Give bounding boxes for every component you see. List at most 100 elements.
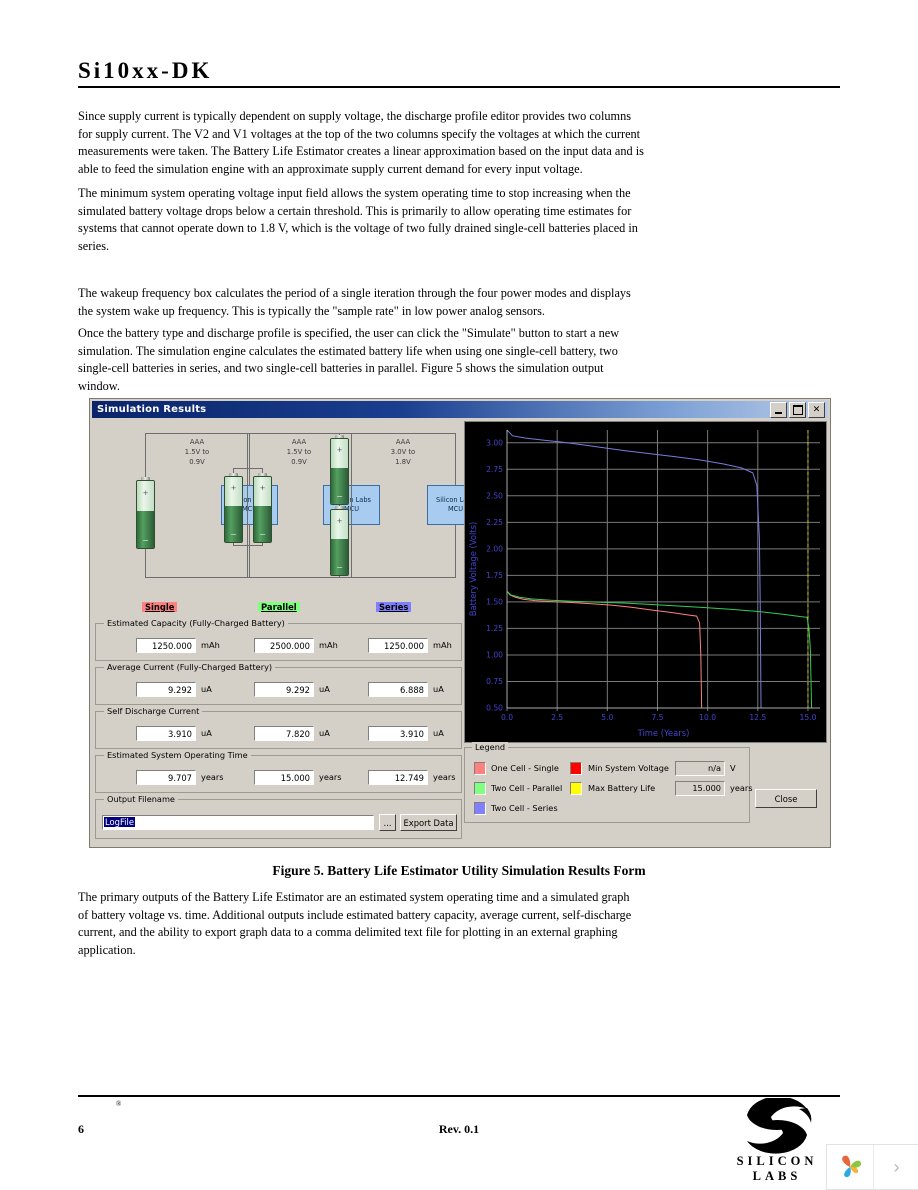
battery-minus-label: − [142,535,149,545]
avgcurrent-series-unit: uA [433,684,444,694]
chart-svg: 0.50 0.75 1.00 1.25 1.50 1.75 2.00 2.25 2.50 2.75… [465,422,826,742]
publisher-logo-icon [827,1145,873,1189]
avgcurrent-parallel-value[interactable]: 9.292 [254,682,314,697]
battery-cell: + − [330,435,349,505]
registered-trademark-icon: ® [116,1100,122,1108]
field-row: 1250.000 mAh 2500.000 mAh 1250.000 mAh [96,638,463,658]
figure-caption: Figure 5. Battery Life Estimator Utility… [272,863,646,878]
wire-bottom [145,577,250,578]
selfdischarge-series-unit: uA [433,728,444,738]
selfdischarge-single-unit: uA [201,728,212,738]
column-headers: Single Parallel Series [95,602,462,618]
silicon-labs-logo: SILICON LABS [712,1098,842,1183]
optime-single-unit: years [201,772,224,782]
next-page-button[interactable]: › [873,1145,918,1189]
capacity-single-unit: mAh [201,640,220,650]
svg-text:1.00: 1.00 [486,651,503,660]
selfdischarge-parallel-value[interactable]: 7.820 [254,726,314,741]
svg-text:2.75: 2.75 [486,465,503,474]
optime-series-value[interactable]: 12.749 [368,770,428,785]
group-estimated-capacity: Estimated Capacity (Fully-Charged Batter… [95,618,463,661]
avgcurrent-single-value[interactable]: 9.292 [136,682,196,697]
minimize-button[interactable] [770,402,787,418]
legend-label-two-cell-parallel: Two Cell - Parallel [491,783,563,793]
close-button[interactable]: Close [755,789,817,808]
battery-plus-label: + [142,488,149,497]
close-icon-button[interactable]: ✕ [808,402,825,418]
avgcurrent-single-unit: uA [201,684,212,694]
svg-text:12.5: 12.5 [749,713,766,722]
export-data-button[interactable]: Export Data [400,814,457,831]
svg-text:15.0: 15.0 [800,713,817,722]
optime-parallel-value[interactable]: 15.000 [254,770,314,785]
wire-top [351,433,456,434]
selfdischarge-series-value[interactable]: 3.910 [368,726,428,741]
selfdischarge-single-value[interactable]: 3.910 [136,726,196,741]
silicon-labs-wordmark: SILICON LABS [736,1154,818,1183]
paragraph-1: Since supply current is typically depend… [78,109,644,176]
simulation-results-window: Simulation Results ✕ + − AAA 1.5V to 0.9… [89,398,831,848]
battery-spec-parallel: AAA 1.5V to 0.9V [286,438,312,467]
battery-cell: + − [224,473,243,543]
optime-parallel-unit: years [319,772,342,782]
capacity-single-value[interactable]: 1250.000 [136,638,196,653]
header-divider [78,86,840,88]
svg-text:5.0: 5.0 [601,713,613,722]
svg-text:2.5: 2.5 [551,713,563,722]
svg-text:0.0: 0.0 [501,713,513,722]
maximize-button[interactable] [789,402,806,418]
group-estimated-operating-time: Estimated System Operating Time 9.707 ye… [95,750,463,793]
capacity-series-value[interactable]: 1250.000 [368,638,428,653]
battery-cell: + − [136,477,155,549]
max-battery-life-unit: years [730,783,753,793]
capacity-series-unit: mAh [433,640,452,650]
wire-top [247,433,352,434]
avgcurrent-series-value[interactable]: 6.888 [368,682,428,697]
paragraph-5: The primary outputs of the Battery Life … [78,890,632,957]
output-filename-input[interactable]: LogFile [102,815,374,830]
column-header-parallel: Parallel [258,602,300,612]
field-row: 9.707 years 15.000 years 12.749 years [96,770,463,790]
document-page: Si10xx-DK Since supply current is typica… [0,0,918,1190]
wire-bottom [339,577,456,578]
battery-spec-single: AAA 1.5V to 0.9V [184,438,210,467]
paragraph-2: The minimum system operating voltage inp… [78,186,638,253]
legend-label-min-system-voltage: Min System Voltage [588,763,669,773]
window-titlebar[interactable]: Simulation Results ✕ [92,401,828,418]
battery-minus-label: − [230,529,237,539]
left-panel: + − AAA 1.5V to 0.9V Silicon Labs MCU + … [95,421,484,842]
optime-series-unit: years [433,772,456,782]
legend-title: Legend [472,742,509,752]
svg-text:10.0: 10.0 [699,713,716,722]
battery-voltage-chart: 0.50 0.75 1.00 1.25 1.50 1.75 2.00 2.25 2.50 2.75… [464,421,827,743]
svg-text:3.00: 3.00 [486,438,503,447]
battery-circuit-diagram: + − AAA 1.5V to 0.9V Silicon Labs MCU + … [95,421,484,601]
svg-text:Time (Years): Time (Years) [637,728,690,738]
capacity-parallel-value[interactable]: 2500.000 [254,638,314,653]
browse-button[interactable]: ... [379,814,396,831]
legend-swatch-two-cell-series [474,802,486,815]
svg-text:1.75: 1.75 [486,571,503,580]
optime-single-value[interactable]: 9.707 [136,770,196,785]
output-filename-value: LogFile [104,817,135,827]
silicon-labs-mark-icon [747,1098,812,1154]
window-title: Simulation Results [97,404,207,415]
svg-text:0.75: 0.75 [486,677,503,686]
battery-minus-label: − [336,491,343,501]
wire-left [351,433,352,578]
page-turner-widget[interactable]: › [826,1144,918,1190]
battery-plus-label: + [230,484,237,493]
svg-text:0.50: 0.50 [486,704,503,713]
config-series: + − + − AAA 3.0V to 1.8V Silicon Labs MC… [330,433,484,578]
paragraph-4: Once the battery type and discharge prof… [78,326,620,393]
legend-swatch-one-cell-single [474,762,486,775]
wire-parallel-bottom [233,545,263,546]
field-row: 3.910 uA 7.820 uA 3.910 uA [96,726,463,746]
battery-plus-label: + [336,446,343,455]
group-label: Output Filename [104,794,178,804]
svg-text:1.50: 1.50 [486,597,503,606]
wire-left [247,433,248,578]
group-label: Estimated Capacity (Fully-Charged Batter… [104,618,288,628]
wire-top [145,433,250,434]
battery-cell: + − [330,506,349,576]
